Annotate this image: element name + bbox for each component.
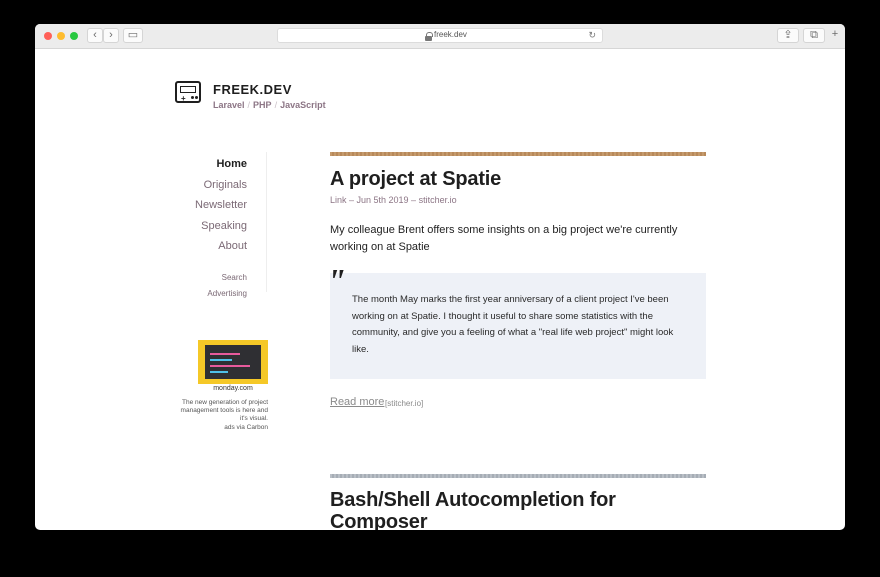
sidebar-toggle-icon[interactable]: ▭: [123, 28, 143, 43]
nav-item-newsletter[interactable]: Newsletter: [195, 195, 247, 216]
zoom-window-button[interactable]: [70, 32, 78, 40]
url-text: freek.dev: [434, 30, 467, 39]
nav-divider: [266, 152, 267, 292]
ad-screenshot: [205, 345, 261, 379]
forward-button[interactable]: ›: [103, 28, 119, 43]
ad-bar: [210, 371, 228, 373]
quote-text: The month May marks the first year anniv…: [352, 294, 674, 355]
reload-icon[interactable]: ↻: [588, 30, 596, 41]
topic-links: Laravel / PHP / JavaScript: [213, 100, 326, 110]
primary-nav: Home Originals Newsletter Speaking About: [195, 154, 247, 257]
ad-image[interactable]: [198, 340, 268, 384]
address-bar[interactable]: freek.dev ↻: [277, 28, 603, 43]
nav-item-about[interactable]: About: [195, 236, 247, 257]
topic-link-javascript[interactable]: JavaScript: [280, 100, 326, 110]
ad-bar: [210, 359, 232, 361]
browser-window: ‹ › ▭ freek.dev ↻ ⇪ ⧉ + + FREEK.DEV Lara…: [35, 24, 845, 530]
minimize-window-button[interactable]: [57, 32, 65, 40]
topic-link-php[interactable]: PHP: [253, 100, 272, 110]
topic-link-laravel[interactable]: Laravel: [213, 100, 245, 110]
nav-item-originals[interactable]: Originals: [195, 175, 247, 196]
nav-item-search[interactable]: Search: [207, 270, 247, 286]
share-icon[interactable]: ⇪: [777, 28, 799, 43]
logo-dpad: +: [181, 94, 186, 103]
post-title[interactable]: A project at Spatie: [330, 168, 501, 191]
ad-bar: [210, 353, 240, 355]
close-window-button[interactable]: [44, 32, 52, 40]
logo-screen: [180, 86, 196, 93]
nav-item-speaking[interactable]: Speaking: [195, 216, 247, 237]
nav-item-home[interactable]: Home: [195, 154, 247, 175]
quote-icon: ": [327, 263, 346, 300]
post-divider: [330, 474, 706, 478]
post-blockquote: " The month May marks the first year ann…: [327, 265, 706, 379]
post-title[interactable]: Bash/Shell Autocompletion for Composer: [330, 489, 706, 530]
post-intro: My colleague Brent offers some insights …: [330, 224, 678, 253]
post-meta: Link – Jun 5th 2019 – stitcher.io: [330, 195, 457, 205]
separator: /: [247, 100, 251, 110]
tabs-overview-icon[interactable]: ⧉: [803, 28, 825, 43]
secondary-nav: Search Advertising: [207, 270, 247, 301]
site-title[interactable]: FREEK.DEV: [213, 82, 292, 97]
back-button[interactable]: ‹: [87, 28, 103, 43]
post-divider: [330, 152, 706, 156]
browser-toolbar: ‹ › ▭ freek.dev ↻ ⇪ ⧉ +: [35, 24, 845, 49]
new-tab-button[interactable]: +: [829, 28, 841, 43]
nav-item-advertising[interactable]: Advertising: [207, 286, 247, 302]
ad-brand[interactable]: monday.com: [195, 385, 271, 392]
read-more-link[interactable]: Read more: [330, 396, 384, 408]
logo-icon[interactable]: +: [175, 81, 201, 103]
read-more-source: [stitcher.io]: [385, 399, 424, 408]
ad-via-carbon[interactable]: ads via Carbon: [172, 424, 268, 431]
ad-text[interactable]: The new generation of project management…: [172, 399, 268, 423]
ad-bar: [210, 365, 250, 367]
lock-icon: [425, 32, 433, 41]
logo-button-dot: [195, 96, 198, 99]
logo-button-dot: [191, 96, 194, 99]
separator: /: [274, 100, 278, 110]
